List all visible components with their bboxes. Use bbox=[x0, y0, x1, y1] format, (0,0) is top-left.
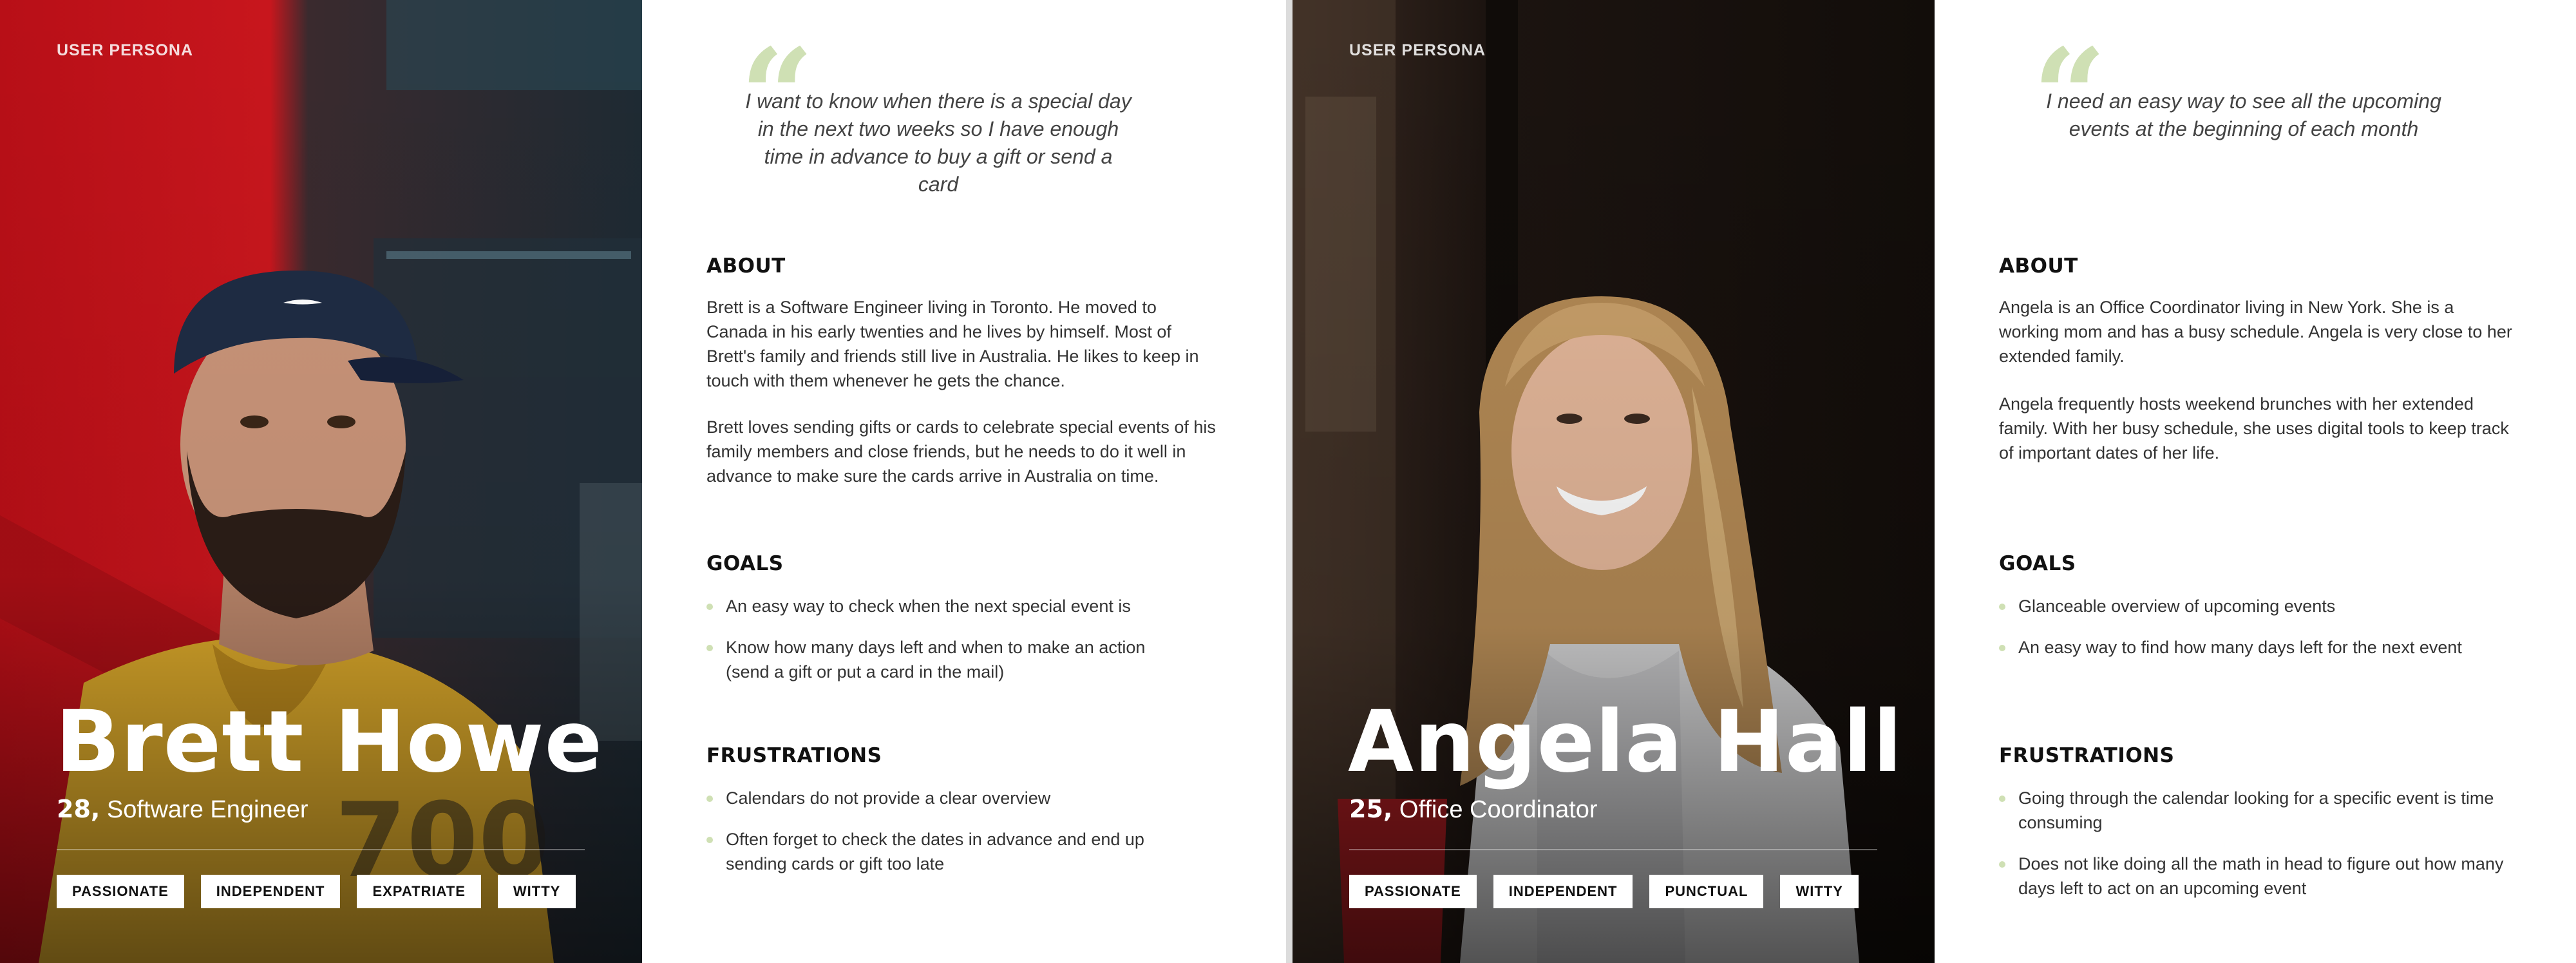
trait-tag: PUNCTUAL bbox=[1649, 875, 1764, 908]
list-item: Does not like doing all the math in head… bbox=[1999, 852, 2508, 901]
persona-details: “ I need an easy way to see all the upco… bbox=[1935, 0, 2576, 963]
bullet-icon bbox=[1999, 645, 2005, 651]
trait-tag: INDEPENDENT bbox=[200, 875, 341, 908]
persona-photo: USER PERSONA Angela Hall 25, Office Coor… bbox=[1293, 0, 1935, 963]
persona-name: Angela Hall bbox=[1348, 692, 1903, 792]
about-paragraph: Angela is an Office Coordinator living i… bbox=[1999, 298, 2512, 366]
trait-tag: PASSIONATE bbox=[57, 875, 184, 908]
persona-role: Software Engineer bbox=[106, 796, 308, 823]
goals-list: An easy way to check when the next speci… bbox=[706, 594, 1157, 701]
about-paragraph: Brett loves sending gifts or cards to ce… bbox=[706, 417, 1216, 486]
persona-quote: I want to know when there is a special d… bbox=[745, 90, 1132, 196]
persona-card-brett: 700 USER PERSONA Brett Howe 28, Software… bbox=[0, 0, 1286, 963]
persona-card-angela: USER PERSONA Angela Hall 25, Office Coor… bbox=[1293, 0, 2576, 963]
frustrations-list: Calendars do not provide a clear overvie… bbox=[706, 786, 1183, 893]
persona-details: “ I want to know when there is a special… bbox=[642, 0, 1286, 963]
user-persona-label: USER PERSONA bbox=[1349, 41, 1486, 59]
frustrations-heading: FRUSTRATIONS bbox=[706, 744, 882, 767]
about-paragraph: Angela frequently hosts weekend brunches… bbox=[1999, 394, 2509, 462]
persona-name: Brett Howe bbox=[55, 692, 603, 792]
frustrations-heading: FRUSTRATIONS bbox=[1999, 744, 2175, 767]
list-item: Glanceable overview of upcoming events bbox=[1999, 594, 2488, 618]
trait-tag: INDEPENDENT bbox=[1493, 875, 1633, 908]
persona-subline: 25, Office Coordinator bbox=[1349, 795, 1598, 824]
about-paragraph: Brett is a Software Engineer living in T… bbox=[706, 298, 1199, 390]
divider bbox=[1349, 849, 1877, 850]
persona-quote: I need an easy way to see all the upcomi… bbox=[2046, 90, 2441, 140]
persona-age: 25, bbox=[1349, 795, 1393, 823]
persona-subline: 28, Software Engineer bbox=[57, 795, 308, 824]
trait-tag: WITTY bbox=[1780, 875, 1859, 908]
trait-tags: PASSIONATE INDEPENDENT PUNCTUAL WITTY bbox=[1349, 875, 1859, 908]
goals-heading: GOALS bbox=[706, 552, 784, 575]
list-item: An easy way to check when the next speci… bbox=[706, 594, 1157, 618]
goals-list: Glanceable overview of upcoming events A… bbox=[1999, 594, 2488, 676]
bullet-icon bbox=[706, 645, 713, 651]
trait-tag: EXPATRIATE bbox=[357, 875, 481, 908]
frustrations-list: Going through the calendar looking for a… bbox=[1999, 786, 2508, 917]
user-persona-label: USER PERSONA bbox=[57, 41, 194, 59]
about-heading: ABOUT bbox=[706, 254, 786, 278]
trait-tag: WITTY bbox=[497, 875, 576, 908]
about-heading: ABOUT bbox=[1999, 254, 2078, 278]
goals-heading: GOALS bbox=[1999, 552, 2076, 575]
bullet-icon bbox=[1999, 861, 2005, 868]
persona-age: 28, bbox=[57, 795, 100, 823]
trait-tags: PASSIONATE INDEPENDENT EXPATRIATE WITTY bbox=[57, 875, 576, 908]
list-item: Calendars do not provide a clear overvie… bbox=[706, 786, 1183, 810]
list-item: Often forget to check the dates in advan… bbox=[706, 827, 1183, 876]
list-item: An easy way to find how many days left f… bbox=[1999, 635, 2488, 660]
divider bbox=[57, 849, 585, 850]
list-item: Know how many days left and when to make… bbox=[706, 635, 1157, 684]
bullet-icon bbox=[1999, 604, 2005, 610]
bullet-icon bbox=[706, 796, 713, 802]
bullet-icon bbox=[1999, 796, 2005, 802]
persona-role: Office Coordinator bbox=[1399, 796, 1598, 823]
trait-tag: PASSIONATE bbox=[1349, 875, 1477, 908]
persona-photo: 700 USER PERSONA Brett Howe 28, Software… bbox=[0, 0, 642, 963]
bullet-icon bbox=[706, 604, 713, 610]
list-item: Going through the calendar looking for a… bbox=[1999, 786, 2508, 835]
bullet-icon bbox=[706, 837, 713, 843]
